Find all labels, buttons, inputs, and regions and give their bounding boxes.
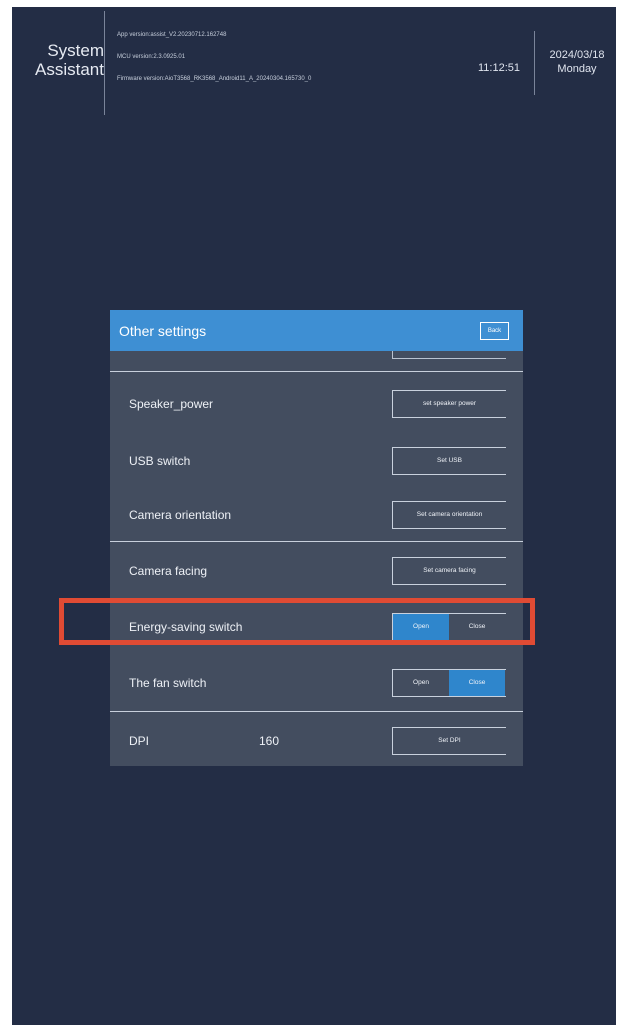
set-usb-button[interactable]: Set USB: [392, 447, 506, 475]
date-text: 2024/03/18: [549, 49, 605, 61]
version-info: App version:assist_V2.20230712.162748 MC…: [117, 32, 311, 98]
dpi-value: 160: [259, 734, 280, 748]
app-version-text: App version:assist_V2.20230712.162748: [117, 32, 227, 38]
dialog-header: Other settings Back: [110, 310, 523, 351]
row-label-fan-switch: The fan switch: [129, 676, 207, 690]
fan-close-option[interactable]: Close: [449, 670, 505, 696]
header-divider-left: [104, 11, 105, 115]
set-speaker-power-button[interactable]: set speaker power: [392, 390, 506, 418]
row-divider: [110, 541, 523, 542]
dialog-title: Other settings: [119, 323, 207, 339]
row-divider: [110, 371, 523, 372]
app-title-line2: Assistant: [35, 60, 104, 79]
other-settings-dialog: Other settings Back Speaker_power set sp…: [110, 310, 523, 766]
app-title: System Assistant: [16, 41, 104, 79]
date-display: 2024/03/18 Monday: [540, 48, 614, 76]
row-label-usb-switch: USB switch: [129, 454, 191, 468]
weekday-text: Monday: [557, 63, 597, 75]
row-label-camera-facing: Camera facing: [129, 564, 208, 578]
back-button[interactable]: Back: [480, 322, 509, 340]
partial-row-button: [392, 351, 506, 359]
fan-toggle: Open Close: [392, 669, 506, 697]
firmware-version-text: Firmware version:AioT3568_RK3568_Android…: [117, 76, 312, 82]
set-camera-orientation-button[interactable]: Set camera orientation: [392, 501, 506, 529]
row-label-speaker-power: Speaker_power: [129, 397, 214, 411]
highlight-box: [59, 598, 535, 645]
header-divider-right: [534, 31, 535, 95]
set-camera-facing-button[interactable]: Set camera facing: [392, 557, 506, 585]
fan-open-option[interactable]: Open: [393, 670, 449, 696]
row-label-dpi: DPI: [129, 734, 150, 748]
device-screen: System Assistant App version:assist_V2.2…: [12, 7, 616, 1025]
app-title-line1: System: [47, 41, 104, 60]
set-dpi-button[interactable]: Set DPI: [392, 727, 506, 755]
clock: 11:12:51: [478, 62, 521, 74]
row-label-camera-orientation: Camera orientation: [129, 508, 232, 522]
mcu-version-text: MCU version:2.3.0925.01: [117, 54, 186, 60]
row-divider: [110, 711, 523, 712]
